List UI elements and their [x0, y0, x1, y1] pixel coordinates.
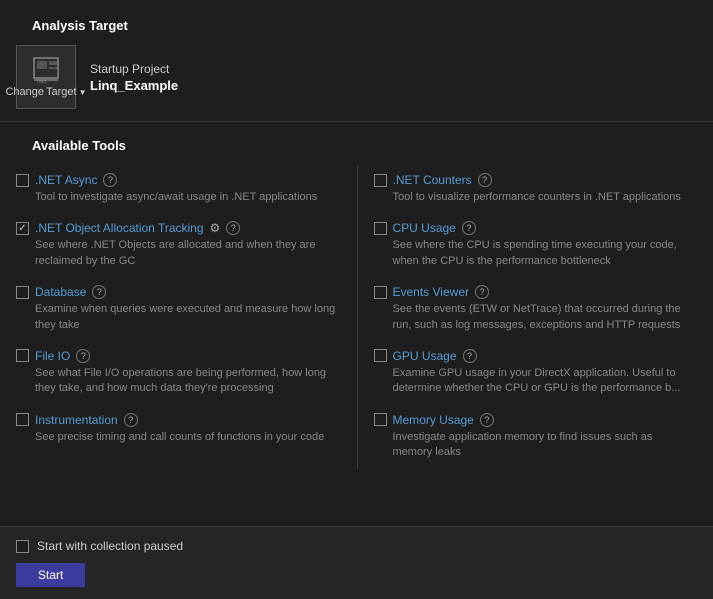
startup-label: Startup Project — [90, 62, 178, 76]
tool-database-help-icon[interactable]: ? — [92, 285, 106, 299]
tool-database-name: Database — [35, 285, 86, 299]
tool-database: Database ? Examine when queries were exe… — [16, 277, 357, 341]
collection-paused-row: Start with collection paused — [16, 539, 697, 553]
tool-database-header: Database ? — [16, 285, 345, 299]
tool-file-io-checkbox[interactable] — [16, 349, 29, 362]
tool-memory-header: Memory Usage ? — [374, 413, 686, 427]
svg-text:LINQ: LINQ — [37, 79, 46, 84]
tool-memory-help-icon[interactable]: ? — [480, 413, 494, 427]
tool-events-help-icon[interactable]: ? — [475, 285, 489, 299]
available-tools-title: Available Tools — [16, 128, 697, 159]
change-target-button[interactable]: LINQ Change Target ▼ — [16, 45, 76, 109]
tool-memory-name: Memory Usage — [393, 413, 474, 427]
tool-file-io-header: File IO ? — [16, 349, 345, 363]
collection-paused-checkbox[interactable] — [16, 540, 29, 553]
tool-database-checkbox[interactable] — [16, 286, 29, 299]
tool-net-async-help-icon[interactable]: ? — [103, 173, 117, 187]
tool-file-io-desc: See what File I/O operations are being p… — [16, 366, 336, 397]
tool-net-object-checkbox[interactable] — [16, 222, 29, 235]
start-button[interactable]: Start — [16, 563, 85, 587]
analysis-target-section: Analysis Target LINQ Change Target ▼ Sta… — [0, 0, 713, 121]
tool-instrumentation-desc: See precise timing and call counts of fu… — [16, 430, 336, 445]
tool-cpu-header: CPU Usage ? — [374, 221, 686, 235]
tool-net-object-name: .NET Object Allocation Tracking — [35, 221, 204, 235]
tool-database-desc: Examine when queries were executed and m… — [16, 302, 336, 333]
tool-events-checkbox[interactable] — [374, 286, 387, 299]
tool-net-counters-header: .NET Counters ? — [374, 173, 686, 187]
bottom-section: Start with collection paused Start — [0, 526, 713, 599]
tool-events-name: Events Viewer — [393, 285, 469, 299]
tool-instrumentation-header: Instrumentation ? — [16, 413, 345, 427]
tool-events-header: Events Viewer ? — [374, 285, 686, 299]
tool-file-io: File IO ? See what File I/O operations a… — [16, 341, 357, 405]
analysis-target-title: Analysis Target — [16, 8, 697, 39]
dropdown-arrow-icon: ▼ — [79, 88, 87, 97]
tool-gpu-header: GPU Usage ? — [374, 349, 686, 363]
tool-net-object-header: .NET Object Allocation Tracking ⚙ ? — [16, 221, 345, 235]
available-tools-section: Available Tools .NET Async ? Tool to inv… — [0, 122, 713, 473]
tool-gpu-checkbox[interactable] — [374, 349, 387, 362]
tool-net-object-help-icon[interactable]: ? — [226, 221, 240, 235]
tool-net-async-header: .NET Async ? — [16, 173, 345, 187]
tools-grid: .NET Async ? Tool to investigate async/a… — [16, 165, 697, 469]
collection-paused-label: Start with collection paused — [37, 539, 183, 553]
change-label-text: Change — [5, 86, 44, 98]
tool-net-async-name: .NET Async — [35, 173, 97, 187]
tool-instrumentation-checkbox[interactable] — [16, 413, 29, 426]
tool-instrumentation-name: Instrumentation — [35, 413, 118, 427]
tool-net-async: .NET Async ? Tool to investigate async/a… — [16, 165, 357, 213]
tool-file-io-name: File IO — [35, 349, 70, 363]
project-name: Linq_Example — [90, 78, 178, 93]
tool-net-counters-name: .NET Counters — [393, 173, 472, 187]
tool-gpu-desc: Examine GPU usage in your DirectX applic… — [374, 366, 686, 397]
tool-cpu-help-icon[interactable]: ? — [462, 221, 476, 235]
tool-instrumentation-help-icon[interactable]: ? — [124, 413, 138, 427]
tool-net-object-allocation: .NET Object Allocation Tracking ⚙ ? See … — [16, 213, 357, 277]
tool-memory-checkbox[interactable] — [374, 413, 387, 426]
tool-net-async-checkbox[interactable] — [16, 174, 29, 187]
tool-net-object-desc: See where .NET Objects are allocated and… — [16, 238, 336, 269]
change-target-label[interactable]: Change Target ▼ — [5, 86, 86, 98]
tool-events-desc: See the events (ETW or NetTrace) that oc… — [374, 302, 686, 333]
tool-net-counters-checkbox[interactable] — [374, 174, 387, 187]
tool-cpu-name: CPU Usage — [393, 221, 456, 235]
change-target-text: Target — [46, 86, 77, 98]
tool-events-viewer: Events Viewer ? See the events (ETW or N… — [357, 277, 698, 341]
tool-gpu-usage: GPU Usage ? Examine GPU usage in your Di… — [357, 341, 698, 405]
tool-net-counters: .NET Counters ? Tool to visualize perfor… — [357, 165, 698, 213]
target-info: Startup Project Linq_Example — [90, 62, 178, 93]
target-icon: LINQ — [32, 56, 60, 84]
tool-cpu-usage: CPU Usage ? See where the CPU is spendin… — [357, 213, 698, 277]
tool-cpu-checkbox[interactable] — [374, 222, 387, 235]
tool-net-async-desc: Tool to investigate async/await usage in… — [16, 190, 336, 205]
tool-cpu-desc: See where the CPU is spending time execu… — [374, 238, 686, 269]
tool-net-counters-desc: Tool to visualize performance counters i… — [374, 190, 686, 205]
target-card: LINQ Change Target ▼ Startup Project Lin… — [16, 45, 697, 109]
tool-net-object-gear-icon[interactable]: ⚙ — [210, 221, 221, 235]
tool-memory-desc: Investigate application memory to find i… — [374, 430, 686, 461]
tool-net-counters-help-icon[interactable]: ? — [478, 173, 492, 187]
tool-gpu-name: GPU Usage — [393, 349, 457, 363]
tool-memory-usage: Memory Usage ? Investigate application m… — [357, 405, 698, 469]
tool-file-io-help-icon[interactable]: ? — [76, 349, 90, 363]
tool-instrumentation: Instrumentation ? See precise timing and… — [16, 405, 357, 469]
tool-gpu-help-icon[interactable]: ? — [463, 349, 477, 363]
